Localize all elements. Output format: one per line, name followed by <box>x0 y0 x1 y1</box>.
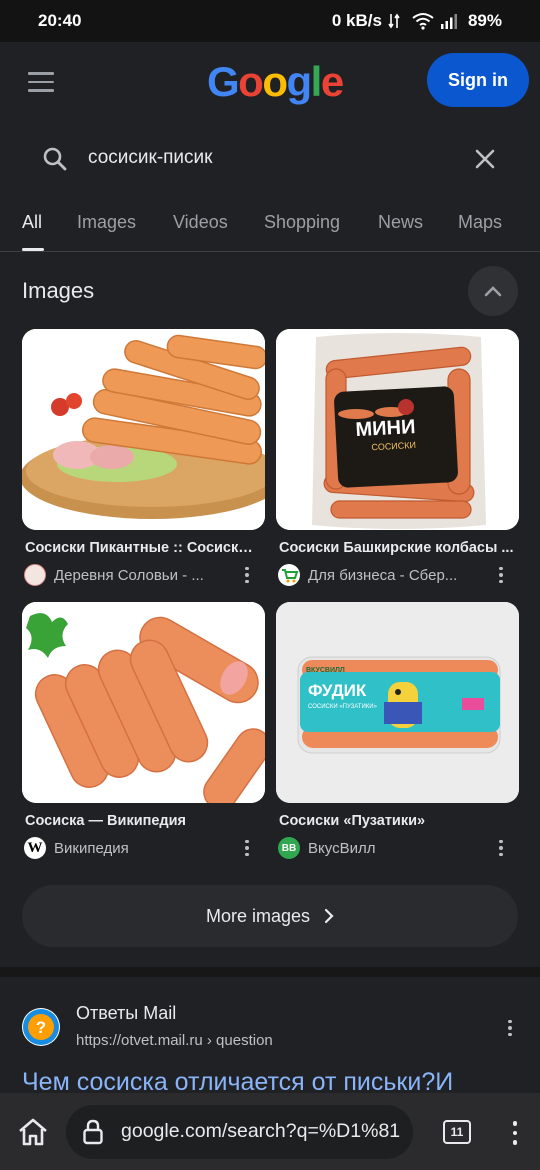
sign-in-button[interactable]: Sign in <box>427 53 529 107</box>
pouch-sausages-image: ВКУСВИЛЛ ФУДИК СОСИСКИ «ПУЗАТИКИ» <box>276 602 519 803</box>
network-speed: 0 kB/s <box>331 11 382 30</box>
more-options-icon[interactable] <box>491 564 511 586</box>
image-result-thumbnail[interactable] <box>22 602 265 803</box>
tab-news[interactable]: News <box>378 212 423 233</box>
address-bar-url[interactable]: google.com/search?q=%D1%81 <box>121 1120 400 1143</box>
search-tabs: All Images Videos Shopping News Maps <box>0 200 540 252</box>
more-options-icon[interactable] <box>237 837 257 859</box>
clear-search-icon[interactable] <box>472 146 498 172</box>
image-result-card[interactable]: Сосиска — Википедия W Википедия <box>22 602 265 859</box>
image-result-card[interactable]: Сосиски Пикантные :: Сосиски ... Деревня… <box>22 329 265 586</box>
status-bar: 20:40 0 kB/s 89% <box>0 0 540 42</box>
address-bar[interactable]: google.com/search?q=%D1%81 <box>66 1105 413 1159</box>
package-subtitle-text: СОСИСКИ «ПУЗАТИКИ» <box>308 704 378 710</box>
battery-level: 89% <box>467 11 502 30</box>
image-result-title[interactable]: Сосиска — Википедия <box>22 813 260 829</box>
home-icon[interactable] <box>17 1117 49 1147</box>
image-result-title[interactable]: Сосиски Пикантные :: Сосиски ... <box>22 540 260 556</box>
images-section-title: Images <box>22 278 95 303</box>
hamburger-menu-icon[interactable] <box>28 72 54 94</box>
overflow-menu-icon[interactable] <box>505 1119 525 1147</box>
tab-shopping[interactable]: Shopping <box>264 212 340 233</box>
browser-toolbar: google.com/search?q=%D1%81 11 <box>0 1093 540 1170</box>
signal-icon <box>440 14 457 29</box>
tab-images[interactable]: Images <box>77 212 136 233</box>
search-icon <box>43 147 67 171</box>
tab-all[interactable]: All <box>22 212 42 233</box>
image-result-card[interactable]: ВКУСВИЛЛ ФУДИК СОСИСКИ «ПУЗАТИКИ» Сосиск… <box>276 602 519 859</box>
more-images-label: More images <box>205 905 311 926</box>
image-result-source[interactable]: Википедия <box>54 840 224 857</box>
sausages-parsley-image <box>22 602 265 803</box>
vkusvill-icon: ВВ <box>278 837 300 859</box>
status-time: 20:40 <box>38 11 82 30</box>
google-logo[interactable]: Google <box>207 58 344 106</box>
lock-icon[interactable] <box>82 1119 104 1145</box>
image-result-source[interactable]: Деревня Соловьи - ... <box>54 567 224 584</box>
chevron-right-icon <box>324 908 334 924</box>
tab-switcher-button[interactable]: 11 <box>443 1120 471 1144</box>
more-images-button[interactable]: More images <box>22 885 518 947</box>
svg-text:?: ? <box>36 1018 46 1037</box>
status-indicators: 0 kB/s 89% <box>332 11 502 31</box>
search-box[interactable]: сосисик-писик <box>22 128 518 190</box>
image-result-card[interactable]: МИНИ СОСИСКИ Сосиски Башкирские колбасы … <box>276 329 519 586</box>
sber-cart-icon <box>278 564 300 586</box>
image-result-source[interactable]: ВкусВилл <box>308 840 478 857</box>
data-transfer-icon <box>388 13 400 29</box>
packaged-sausages-image: МИНИ СОСИСКИ <box>276 329 519 530</box>
chevron-up-icon <box>484 286 502 297</box>
image-result-source[interactable]: Для бизнеса - Сбер... <box>308 567 478 584</box>
more-options-icon[interactable] <box>500 1017 520 1039</box>
image-result-thumbnail[interactable] <box>22 329 265 530</box>
result-url[interactable]: https://otvet.mail.ru › question <box>76 1032 273 1049</box>
image-result-title[interactable]: Сосиски Башкирские колбасы ... <box>276 540 514 556</box>
wikipedia-icon: W <box>24 837 46 859</box>
package-brand-text: МИНИ <box>355 416 416 441</box>
tab-maps[interactable]: Maps <box>458 212 502 233</box>
site-favicon <box>24 564 46 586</box>
more-options-icon[interactable] <box>491 837 511 859</box>
tab-videos[interactable]: Videos <box>173 212 228 233</box>
image-result-thumbnail[interactable]: МИНИ СОСИСКИ <box>276 329 519 530</box>
more-options-icon[interactable] <box>237 564 257 586</box>
collapse-images-button[interactable] <box>468 266 518 316</box>
image-result-title[interactable]: Сосиски «Пузатики» <box>276 813 514 829</box>
vkusvill-logo-text: ВКУСВИЛЛ <box>306 667 345 674</box>
mail-answers-favicon: ? <box>22 1008 60 1046</box>
active-tab-indicator <box>22 248 44 251</box>
result-site-name[interactable]: Ответы Mail <box>76 1003 176 1024</box>
search-input[interactable]: сосисик-писик <box>88 147 212 169</box>
image-result-thumbnail[interactable]: ВКУСВИЛЛ ФУДИК СОСИСКИ «ПУЗАТИКИ» <box>276 602 519 803</box>
sausage-platter-image <box>22 329 265 530</box>
section-divider <box>0 967 540 977</box>
google-header: Google Sign in <box>0 42 540 124</box>
wifi-icon <box>412 13 434 30</box>
package-brand-text: ФУДИК <box>308 681 367 700</box>
